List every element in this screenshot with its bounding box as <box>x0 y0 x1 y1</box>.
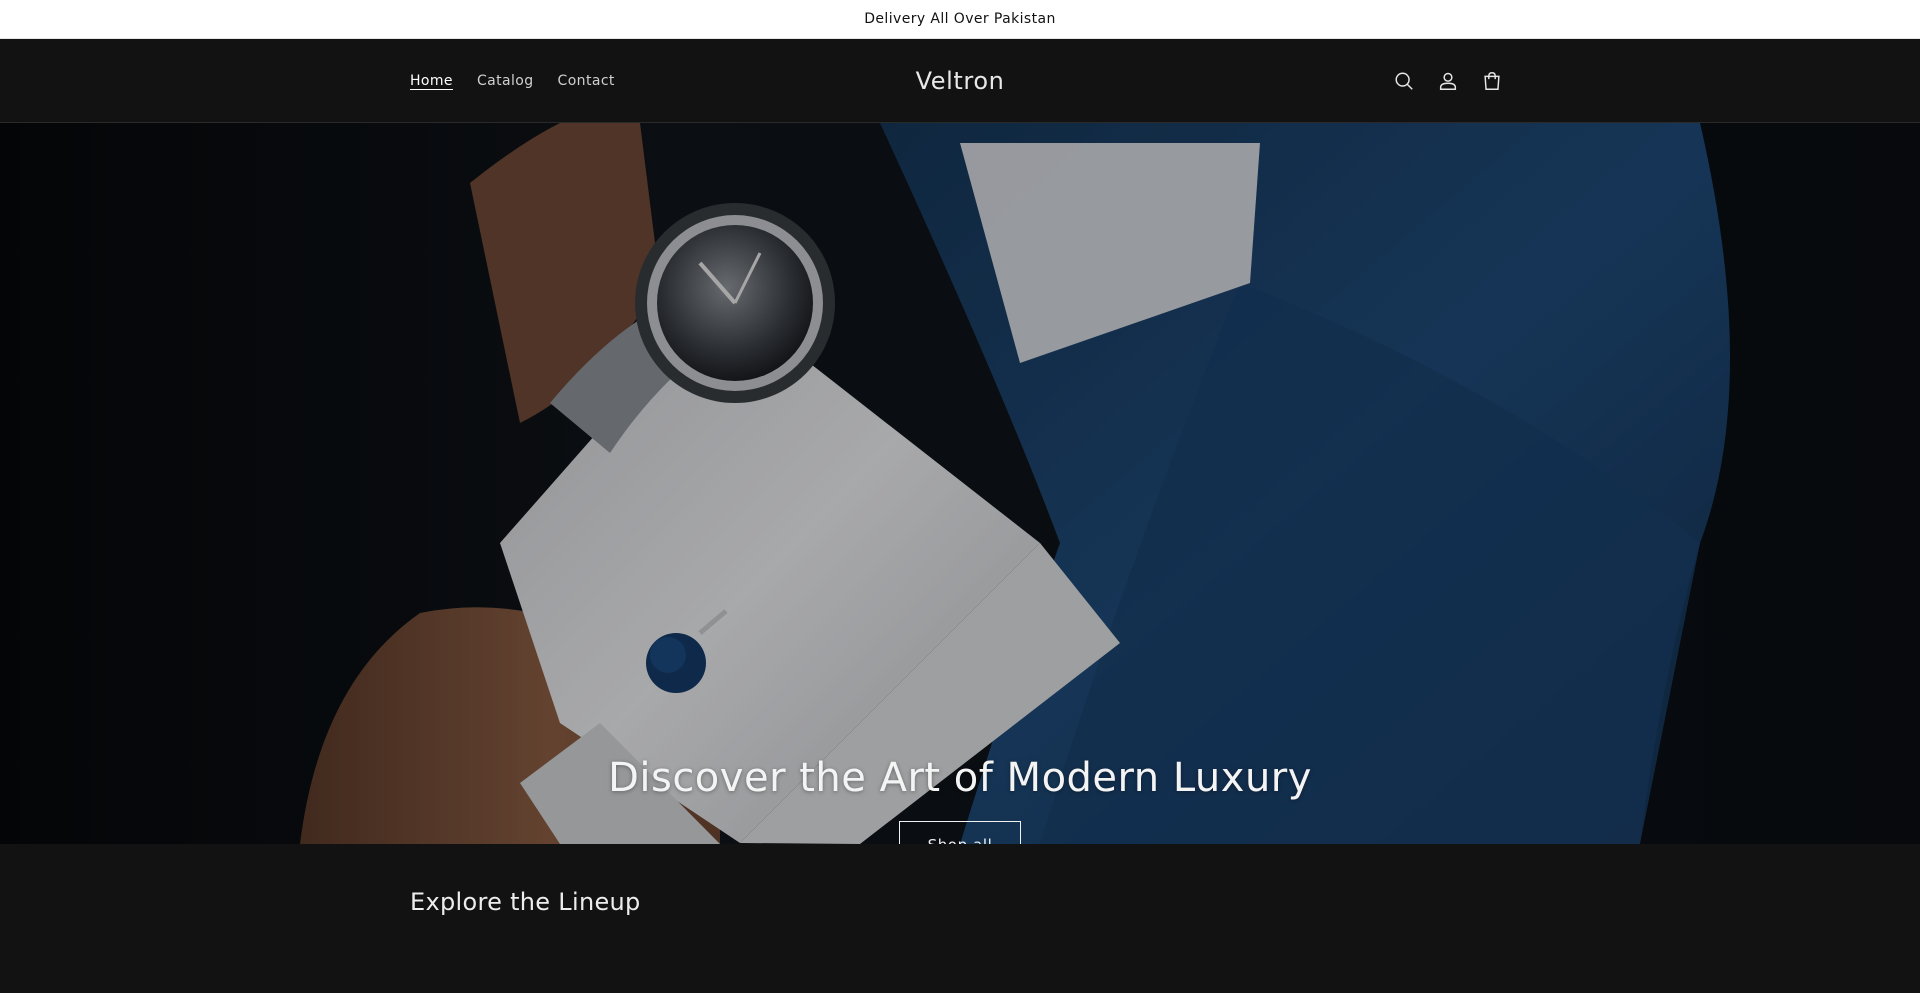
hero-content: Discover the Art of Modern Luxury Shop a… <box>0 755 1920 844</box>
announcement-bar: Delivery All Over Pakistan <box>0 0 1920 39</box>
header-icons <box>1392 69 1504 93</box>
main-nav: Home Catalog Contact <box>410 73 615 89</box>
nav-home[interactable]: Home <box>410 73 453 89</box>
hero-overlay <box>0 123 1920 844</box>
site-logo[interactable]: Veltron <box>916 67 1005 95</box>
hero-banner: Discover the Art of Modern Luxury Shop a… <box>0 123 1920 844</box>
nav-catalog[interactable]: Catalog <box>477 73 534 89</box>
announcement-text: Delivery All Over Pakistan <box>864 11 1056 27</box>
account-icon[interactable] <box>1436 69 1460 93</box>
shop-all-button[interactable]: Shop all <box>899 821 1021 844</box>
search-icon[interactable] <box>1392 69 1416 93</box>
header-inner: Home Catalog Contact Veltron <box>410 39 1510 122</box>
section-title: Explore the Lineup <box>410 888 641 916</box>
site-header: Home Catalog Contact Veltron <box>0 39 1920 123</box>
hero-title: Discover the Art of Modern Luxury <box>608 755 1312 801</box>
cart-icon[interactable] <box>1480 69 1504 93</box>
lineup-section: Explore the Lineup <box>0 844 1920 993</box>
nav-contact[interactable]: Contact <box>558 73 615 89</box>
